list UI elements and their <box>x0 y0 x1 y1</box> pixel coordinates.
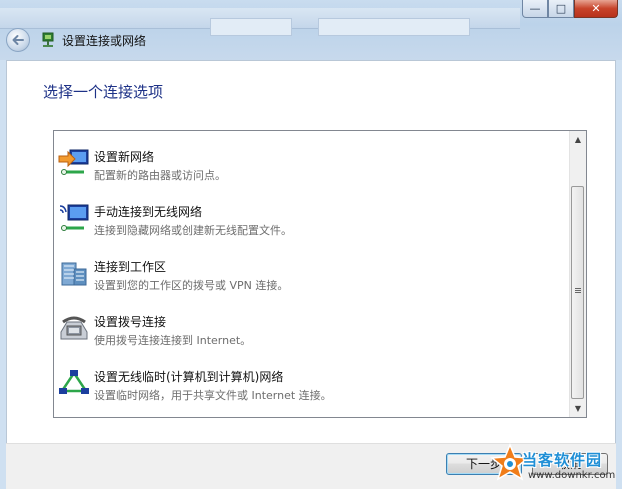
option-title: 设置新网络 <box>94 150 155 164</box>
scroll-down-arrow-icon[interactable]: ▼ <box>570 400 586 417</box>
minimize-button[interactable]: — <box>522 0 548 18</box>
background-cell <box>210 18 292 36</box>
option-description: 使用拨号连接连接到 Internet。 <box>94 334 252 347</box>
option-title: 手动连接到无线网络 <box>94 205 203 219</box>
main-instruction: 选择一个连接选项 <box>43 83 164 101</box>
back-arrow-icon <box>12 35 24 45</box>
vertical-scrollbar[interactable]: ▲ ▼ <box>569 131 586 417</box>
option-title: 设置无线临时(计算机到计算机)网络 <box>94 370 284 384</box>
window-title: 设置连接或网络 <box>62 33 147 48</box>
adhoc-network-icon <box>59 370 89 394</box>
background-cell <box>318 18 470 36</box>
close-button[interactable]: ✕ <box>574 0 618 18</box>
watermark-url: www.downkr.com <box>528 470 616 481</box>
dialup-phone-icon <box>60 316 88 340</box>
scrollbar-grip-icon <box>575 288 581 294</box>
option-manual-wireless[interactable]: 手动连接到无线网络 连接到隐藏网络或创建新无线配置文件。 <box>56 197 566 249</box>
background-window-strip <box>0 8 520 36</box>
back-button[interactable] <box>6 28 30 52</box>
option-title: 设置拨号连接 <box>94 315 167 329</box>
window-titlebar: — □ ✕ 设置连接或网络 <box>0 0 622 60</box>
watermark: 当客软件园 www.downkr.com <box>490 443 620 487</box>
option-setup-dialup[interactable]: 设置拨号连接 使用拨号连接连接到 Internet。 <box>56 307 566 359</box>
option-setup-new-network[interactable]: 设置新网络 配置新的路由器或访问点。 <box>56 142 566 194</box>
wizard-content-pane: 选择一个连接选项 设置新网络 配置新的路由器或访问点。 手动连接到无线网络 连接… <box>6 60 616 443</box>
window-controls: — □ ✕ <box>522 0 618 19</box>
navigation-bar: 设置连接或网络 <box>6 27 146 53</box>
option-connect-workplace[interactable]: 连接到工作区 设置到您的工作区的拨号或 VPN 连接。 <box>56 252 566 304</box>
option-title: 连接到工作区 <box>94 260 167 274</box>
new-network-icon <box>58 149 89 175</box>
option-description: 设置临时网络，用于共享文件或 Internet 连接。 <box>94 389 332 402</box>
option-description: 配置新的路由器或访问点。 <box>94 169 226 182</box>
wireless-network-icon <box>59 204 89 231</box>
watermark-name: 当客软件园 <box>522 451 603 469</box>
scroll-up-arrow-icon[interactable]: ▲ <box>570 131 586 148</box>
option-setup-adhoc[interactable]: 设置无线临时(计算机到计算机)网络 设置临时网络，用于共享文件或 Interne… <box>56 362 566 414</box>
scrollbar-thumb[interactable] <box>571 186 584 399</box>
option-description: 设置到您的工作区的拨号或 VPN 连接。 <box>94 279 289 292</box>
maximize-button[interactable]: □ <box>548 0 574 18</box>
network-wizard-icon <box>42 32 54 47</box>
workplace-icon <box>61 262 87 286</box>
option-description: 连接到隐藏网络或创建新无线配置文件。 <box>94 224 292 237</box>
connection-options-list: 设置新网络 配置新的路由器或访问点。 手动连接到无线网络 连接到隐藏网络或创建新… <box>53 130 587 418</box>
